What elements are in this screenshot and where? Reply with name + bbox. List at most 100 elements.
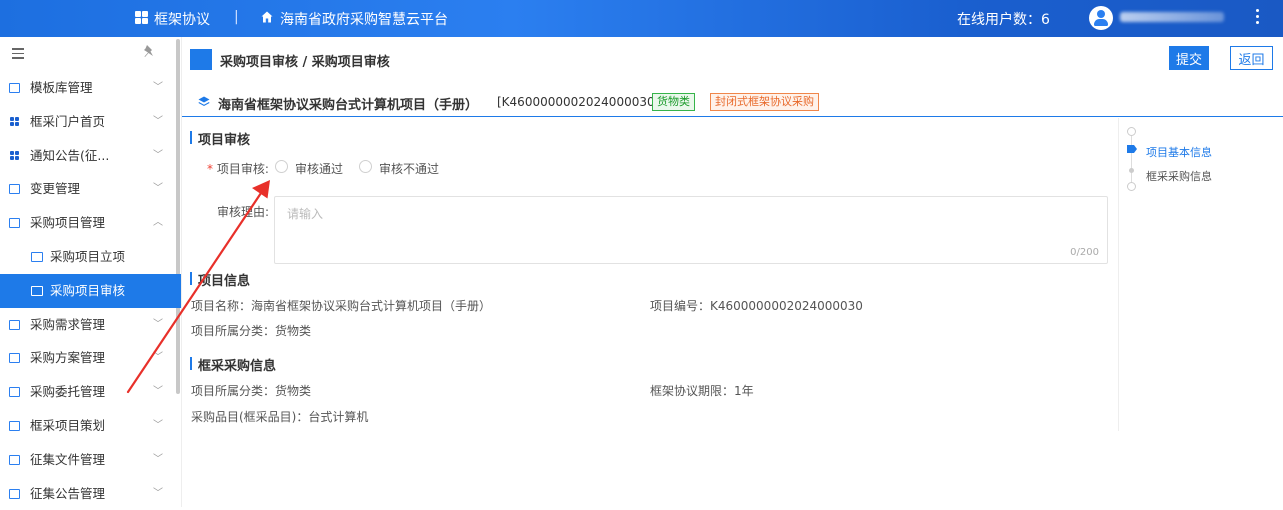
category-tag: 货物类: [652, 93, 695, 111]
chevron-down-icon: ﹀: [153, 82, 163, 93]
chevron-up-icon: ︿: [153, 217, 163, 229]
sidebar-item-plan[interactable]: 采购方案管理 ﹀: [0, 341, 181, 375]
anchor-active-marker: [1127, 145, 1137, 153]
sidebar-subitem-label: 采购项目审核: [50, 282, 126, 298]
folder-icon: [9, 420, 20, 431]
anchor-start-dot: [1127, 127, 1136, 136]
user-name-blurred[interactable]: [1120, 12, 1224, 22]
section-title-framework-info: 框采采购信息: [190, 355, 276, 374]
avatar-icon[interactable]: [1089, 6, 1113, 30]
info-framework-catalog: 采购品目(框采品目)：台式计算机: [191, 410, 369, 424]
sidebar-item-label: 采购项目管理: [30, 215, 106, 231]
chevron-down-icon: ﹀: [153, 149, 163, 161]
sidebar-item-planning[interactable]: 框采项目策划 ﹀: [0, 409, 181, 443]
document-icon: [9, 319, 20, 330]
platform-name[interactable]: 海南省政府采购智慧云平台: [280, 9, 448, 29]
sidebar-item-label: 采购需求管理: [30, 316, 106, 332]
sidebar-item-label: 采购方案管理: [30, 350, 106, 366]
sidebar-item-entrust[interactable]: 采购委托管理 ﹀: [0, 375, 181, 409]
folder-icon: [9, 218, 20, 229]
required-mark: *: [207, 162, 213, 176]
sidebar-item-label: 模板库管理: [30, 80, 93, 95]
sidebar-item-label: 采购委托管理: [30, 384, 106, 400]
grid-icon: [9, 150, 20, 161]
breadcrumb: 采购项目审核 / 采购项目审核: [220, 55, 390, 70]
sidebar-item-requirement[interactable]: 采购需求管理 ﹀: [0, 308, 181, 342]
chevron-down-icon: ﹀: [153, 352, 163, 364]
grid-icon: [135, 11, 148, 24]
sidebar-header: [0, 37, 181, 71]
info-project-name: 项目名称：海南省框架协议采购台式计算机项目（手册）: [191, 299, 492, 313]
title-separator: |: [234, 9, 239, 25]
breadcrumb-bar: 采购项目审核 / 采购项目审核 提交 返回: [182, 42, 1283, 76]
info-framework-category: 项目所属分类：货物类: [191, 384, 312, 398]
sidebar-item-collection-notice[interactable]: 征集公告管理 ﹀: [0, 477, 181, 510]
app-title[interactable]: 框架协议: [154, 9, 210, 29]
home-icon[interactable]: [261, 11, 273, 23]
document-icon: [9, 387, 20, 398]
anchor-item-framework-info[interactable]: 框采采购信息: [1146, 168, 1212, 184]
sidebar-item-label: 征集文件管理: [30, 451, 106, 467]
project-header: 海南省框架协议采购台式计算机项目（手册） [K46000000020240000…: [182, 89, 1283, 117]
anchor-dot: [1129, 168, 1134, 173]
menu-toggle-icon[interactable]: [12, 48, 24, 59]
reason-label: 审核理由:: [217, 205, 270, 219]
reason-placeholder: 请输入: [287, 207, 324, 221]
info-project-code: 项目编号：K4600000002024000030: [650, 299, 863, 313]
sidebar-subitem-label: 采购项目立项: [50, 248, 126, 264]
project-title: 海南省框架协议采购台式计算机项目（手册）: [218, 98, 479, 113]
sidebar-item-label: 框采项目策划: [30, 417, 106, 433]
review-label: * 项目审核:: [207, 160, 269, 177]
anchor-item-basic-info[interactable]: 项目基本信息: [1146, 144, 1212, 160]
submit-button[interactable]: 提交: [1169, 46, 1209, 70]
sidebar-item-template-library[interactable]: 模板库管理 ﹀: [0, 71, 181, 105]
sidebar-item-notices[interactable]: 通知公告(征... ﹀: [0, 139, 181, 173]
char-counter: 0/200: [1070, 247, 1099, 258]
reason-textarea[interactable]: 请输入 0/200: [274, 196, 1108, 264]
project-code: [K4600000002024000030]: [497, 95, 660, 109]
radio-fail-label[interactable]: 审核不通过: [379, 160, 439, 177]
sidebar-item-procurement-project[interactable]: 采购项目管理 ︿: [0, 206, 181, 240]
chevron-down-icon: ﹀: [153, 115, 163, 127]
sidebar-subitem-project-initiation[interactable]: 采购项目立项: [0, 240, 181, 274]
review-label-text: 项目审核:: [216, 162, 269, 176]
info-project-category: 项目所属分类：货物类: [191, 324, 312, 338]
chevron-down-icon: ﹀: [153, 487, 163, 499]
sidebar-item-collection-docs[interactable]: 征集文件管理 ﹀: [0, 443, 181, 477]
online-users-count: 在线用户数：6: [957, 12, 1050, 28]
chevron-down-icon: ﹀: [153, 386, 163, 398]
chevron-down-icon: ﹀: [153, 183, 163, 195]
template-icon: [9, 83, 20, 93]
section-title-review: 项目审核: [190, 129, 250, 148]
procurement-type-tag: 封闭式框架协议采购: [710, 93, 819, 111]
sidebar-subitem-project-review[interactable]: 采购项目审核: [0, 273, 181, 308]
pin-icon[interactable]: [143, 45, 155, 62]
radio-fail[interactable]: [359, 160, 372, 173]
anchor-line: [1131, 128, 1132, 188]
chevron-down-icon: ﹀: [153, 318, 163, 330]
folder-check-icon: [31, 285, 43, 296]
back-button[interactable]: 返回: [1230, 46, 1273, 70]
radio-pass[interactable]: [275, 160, 288, 173]
sidebar-item-portal-home[interactable]: 框采门户首页 ﹀: [0, 105, 181, 139]
info-framework-period: 框架协议期限：1年: [650, 384, 754, 398]
sidebar-item-change-management[interactable]: 变更管理 ﹀: [0, 172, 181, 206]
layers-icon: [198, 96, 210, 108]
chevron-down-icon: ﹀: [153, 453, 163, 465]
sidebar: 模板库管理 ﹀ 框采门户首页 ﹀ 通知公告(征... ﹀ 变更管理 ﹀ 采购项目…: [0, 37, 182, 507]
sidebar-item-label: 框采门户首页: [30, 113, 106, 129]
document-icon: [9, 353, 20, 364]
radio-pass-label[interactable]: 审核通过: [295, 160, 343, 177]
folder-add-icon: [31, 251, 43, 262]
section-title-project-info: 项目信息: [190, 270, 250, 289]
more-vertical-icon[interactable]: [1256, 9, 1260, 27]
sidebar-item-label: 变更管理: [30, 181, 81, 197]
anchor-nav: 项目基本信息 框采采购信息: [1118, 118, 1283, 431]
document-icon: [9, 454, 20, 465]
chevron-down-icon: ﹀: [153, 419, 163, 431]
change-icon: [9, 184, 20, 195]
page-icon: [190, 49, 212, 70]
sidebar-item-label: 通知公告(征...: [30, 147, 110, 163]
document-icon: [9, 488, 20, 499]
anchor-end-dot: [1127, 182, 1136, 191]
